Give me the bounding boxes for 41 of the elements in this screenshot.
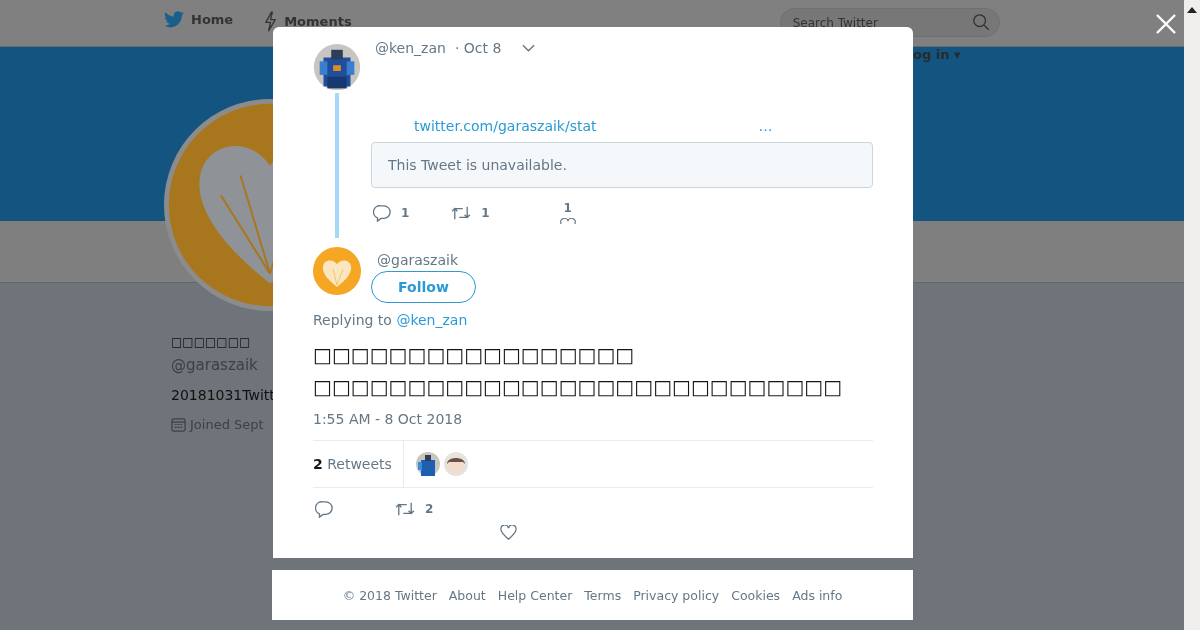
footer-link[interactable]: Ads info	[792, 587, 843, 603]
reply-icon	[373, 203, 391, 222]
tweet-timestamp: 1:55 AM - 8 Oct 2018	[313, 411, 464, 427]
follow-button[interactable]: Follow	[371, 271, 476, 303]
footer-link[interactable]: Privacy policy	[633, 587, 720, 603]
retweet-icon	[451, 204, 472, 221]
close-icon	[1156, 14, 1176, 34]
tweet-link[interactable]: twitter.com/garaszaik/stat	[414, 118, 597, 134]
nav-item[interactable]: Moments	[263, 11, 352, 32]
chevron-down-icon[interactable]	[522, 44, 536, 52]
calendar-icon	[171, 417, 186, 432]
footer-link[interactable]: About	[448, 587, 486, 603]
scroll-up-icon[interactable]	[1187, 7, 1197, 13]
reply-action[interactable]: 1	[373, 201, 410, 224]
search-icon	[971, 13, 990, 31]
footer-link[interactable]: Cookies	[731, 587, 781, 603]
footer-link[interactable]: Terms	[584, 587, 622, 603]
retweet-action[interactable]: 1	[451, 201, 490, 224]
unavailable-message: This Tweet is unavailable.	[388, 157, 567, 173]
lightning-icon	[263, 11, 279, 32]
tweet-text: □□□□□□□□□□□□□□□□□ □□□□□□□□□□□□□□□□□□□□□□□□□□□□	[313, 342, 844, 401]
profile-bio: 20181031Twitt	[171, 386, 275, 405]
like-action[interactable]: 1	[559, 201, 576, 224]
bird-icon	[163, 11, 185, 29]
tweet-date[interactable]: · Oct 8	[454, 40, 502, 56]
close-button[interactable]	[1154, 12, 1178, 36]
mention-link[interactable]: @ken_zan	[396, 312, 468, 328]
replying-to-label: Replying to @ken_zan	[313, 312, 469, 328]
footer-link[interactable]: © 2018 Twitter	[342, 587, 437, 603]
nav-item[interactable]: Home	[163, 11, 234, 29]
user-handle[interactable]: @ken_zan	[375, 40, 446, 56]
profile-name: □□□□□□□	[171, 334, 251, 351]
reply-icon[interactable]	[315, 500, 333, 518]
retweet-count-link[interactable]: 2 Retweets	[313, 441, 404, 487]
heart-icon[interactable]	[500, 525, 517, 540]
retweet-action[interactable]: 2	[395, 501, 434, 517]
tweet-link-ellipsis[interactable]: …	[758, 118, 773, 134]
footer-link[interactable]: Help Center	[497, 587, 573, 603]
retweet-icon	[395, 501, 415, 517]
user-handle[interactable]: @garaszaik	[377, 252, 459, 268]
scrollbar[interactable]	[1184, 0, 1200, 630]
